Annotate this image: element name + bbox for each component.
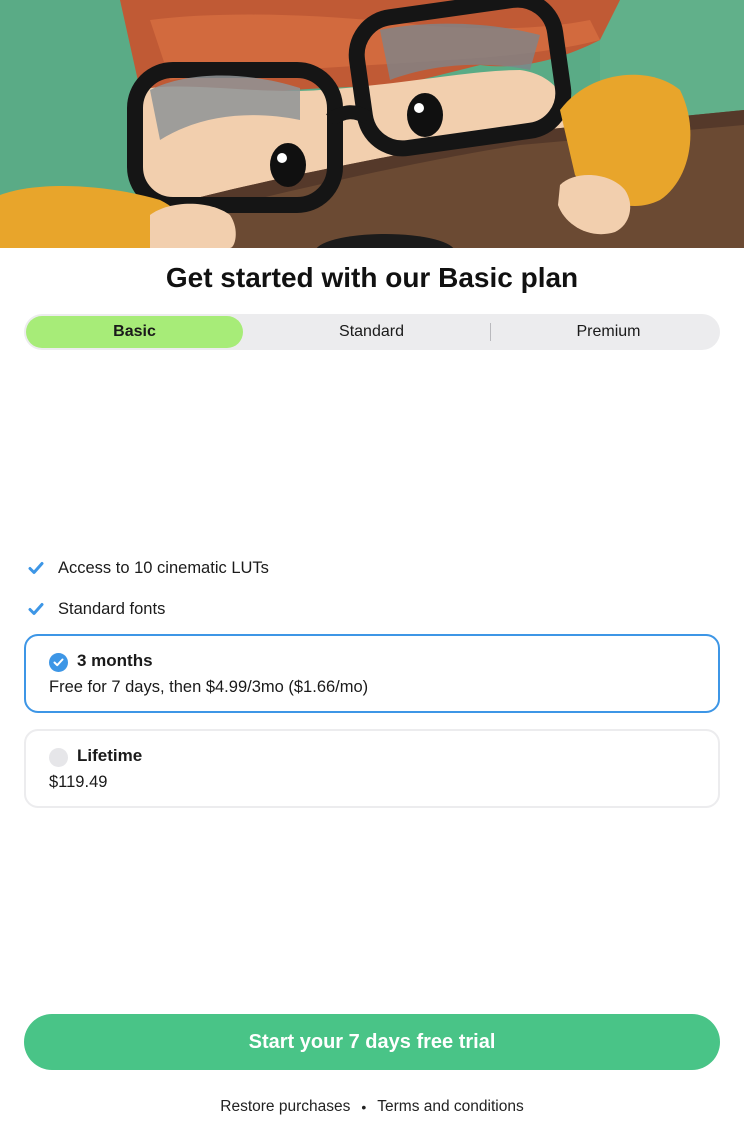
feature-item: Access to 10 cinematic LUTs bbox=[28, 556, 269, 580]
feature-label: Standard fonts bbox=[58, 599, 166, 618]
checkmark-icon bbox=[28, 560, 44, 576]
segment-divider bbox=[490, 323, 491, 341]
plan-option-lifetime[interactable]: Lifetime $119.49 bbox=[24, 729, 720, 808]
plan-price: Free for 7 days, then $4.99/3mo ($1.66/m… bbox=[49, 678, 369, 696]
radio-checked-icon bbox=[49, 653, 68, 672]
feature-item: Standard fonts bbox=[28, 597, 165, 621]
restore-purchases-link[interactable]: Restore purchases bbox=[220, 1098, 350, 1116]
plan-price: $119.49 bbox=[49, 773, 108, 791]
page-title: Get started with our Basic plan bbox=[165, 262, 579, 293]
tab-standard[interactable]: Standard bbox=[263, 316, 480, 348]
separator-dot: • bbox=[361, 1099, 367, 1115]
feature-label: Access to 10 cinematic LUTs bbox=[58, 558, 269, 577]
radio-unchecked-icon bbox=[49, 748, 68, 767]
footer-links: Restore purchases • Terms and conditions bbox=[0, 1098, 744, 1116]
plan-name: 3 months bbox=[77, 651, 153, 670]
tab-basic[interactable]: Basic bbox=[26, 316, 243, 348]
start-trial-button[interactable]: Start your 7 days free trial bbox=[24, 1014, 720, 1070]
plan-name: Lifetime bbox=[77, 746, 143, 765]
hero-illustration bbox=[0, 0, 744, 248]
plan-tier-segmented-control: Basic Standard Premium bbox=[24, 314, 720, 350]
checkmark-icon bbox=[28, 601, 44, 617]
paywall-screen: Get started with our Basic plan Basic St… bbox=[0, 0, 744, 1130]
terms-link[interactable]: Terms and conditions bbox=[377, 1098, 523, 1116]
plan-option-3-months[interactable]: 3 months Free for 7 days, then $4.99/3mo… bbox=[24, 634, 720, 713]
tab-premium[interactable]: Premium bbox=[500, 316, 717, 348]
